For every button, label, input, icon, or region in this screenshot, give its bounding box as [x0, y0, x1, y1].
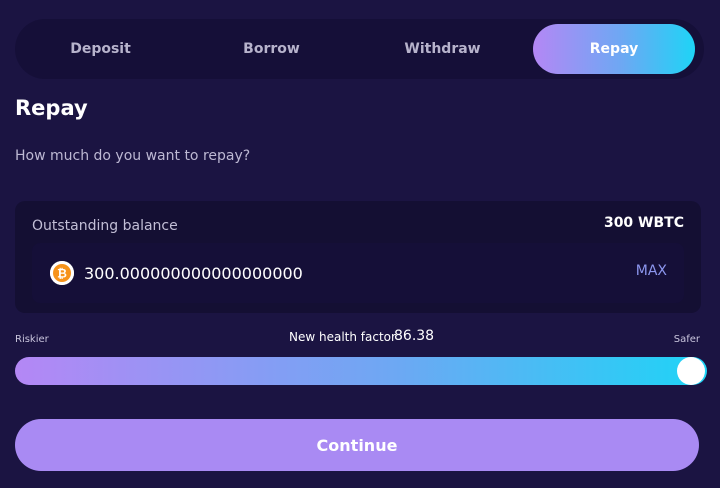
repay-panel: Deposit Borrow Withdraw Repay Repay How …: [0, 0, 720, 488]
slider-thumb[interactable]: [677, 357, 705, 385]
page-title: Repay: [15, 96, 88, 120]
outstanding-balance-value: 300 WBTC: [603, 215, 684, 231]
riskier-label: Riskier: [15, 334, 49, 345]
continue-button[interactable]: Continue: [15, 419, 699, 471]
health-factor-value: 86.38: [394, 328, 435, 344]
tab-deposit[interactable]: Deposit: [15, 19, 186, 79]
bitcoin-icon: ₿: [50, 261, 74, 285]
svg-text:₿: ₿: [57, 267, 67, 281]
tab-repay[interactable]: Repay: [533, 24, 695, 74]
amount-row: ₿ MAX: [32, 243, 684, 303]
action-tabs: Deposit Borrow Withdraw Repay: [15, 19, 704, 79]
tab-borrow[interactable]: Borrow: [186, 19, 357, 79]
health-factor-slider[interactable]: [15, 357, 707, 385]
health-factor-label: New health factor: [289, 330, 396, 344]
page-subtitle: How much do you want to repay?: [15, 148, 251, 164]
outstanding-balance-label: Outstanding balance: [32, 218, 178, 234]
safer-label: Safer: [673, 334, 700, 345]
balance-card: Outstanding balance 300 WBTC ₿ MAX: [15, 201, 701, 313]
max-button[interactable]: MAX: [636, 263, 667, 279]
repay-amount-input[interactable]: [84, 259, 544, 287]
tab-withdraw[interactable]: Withdraw: [357, 19, 528, 79]
